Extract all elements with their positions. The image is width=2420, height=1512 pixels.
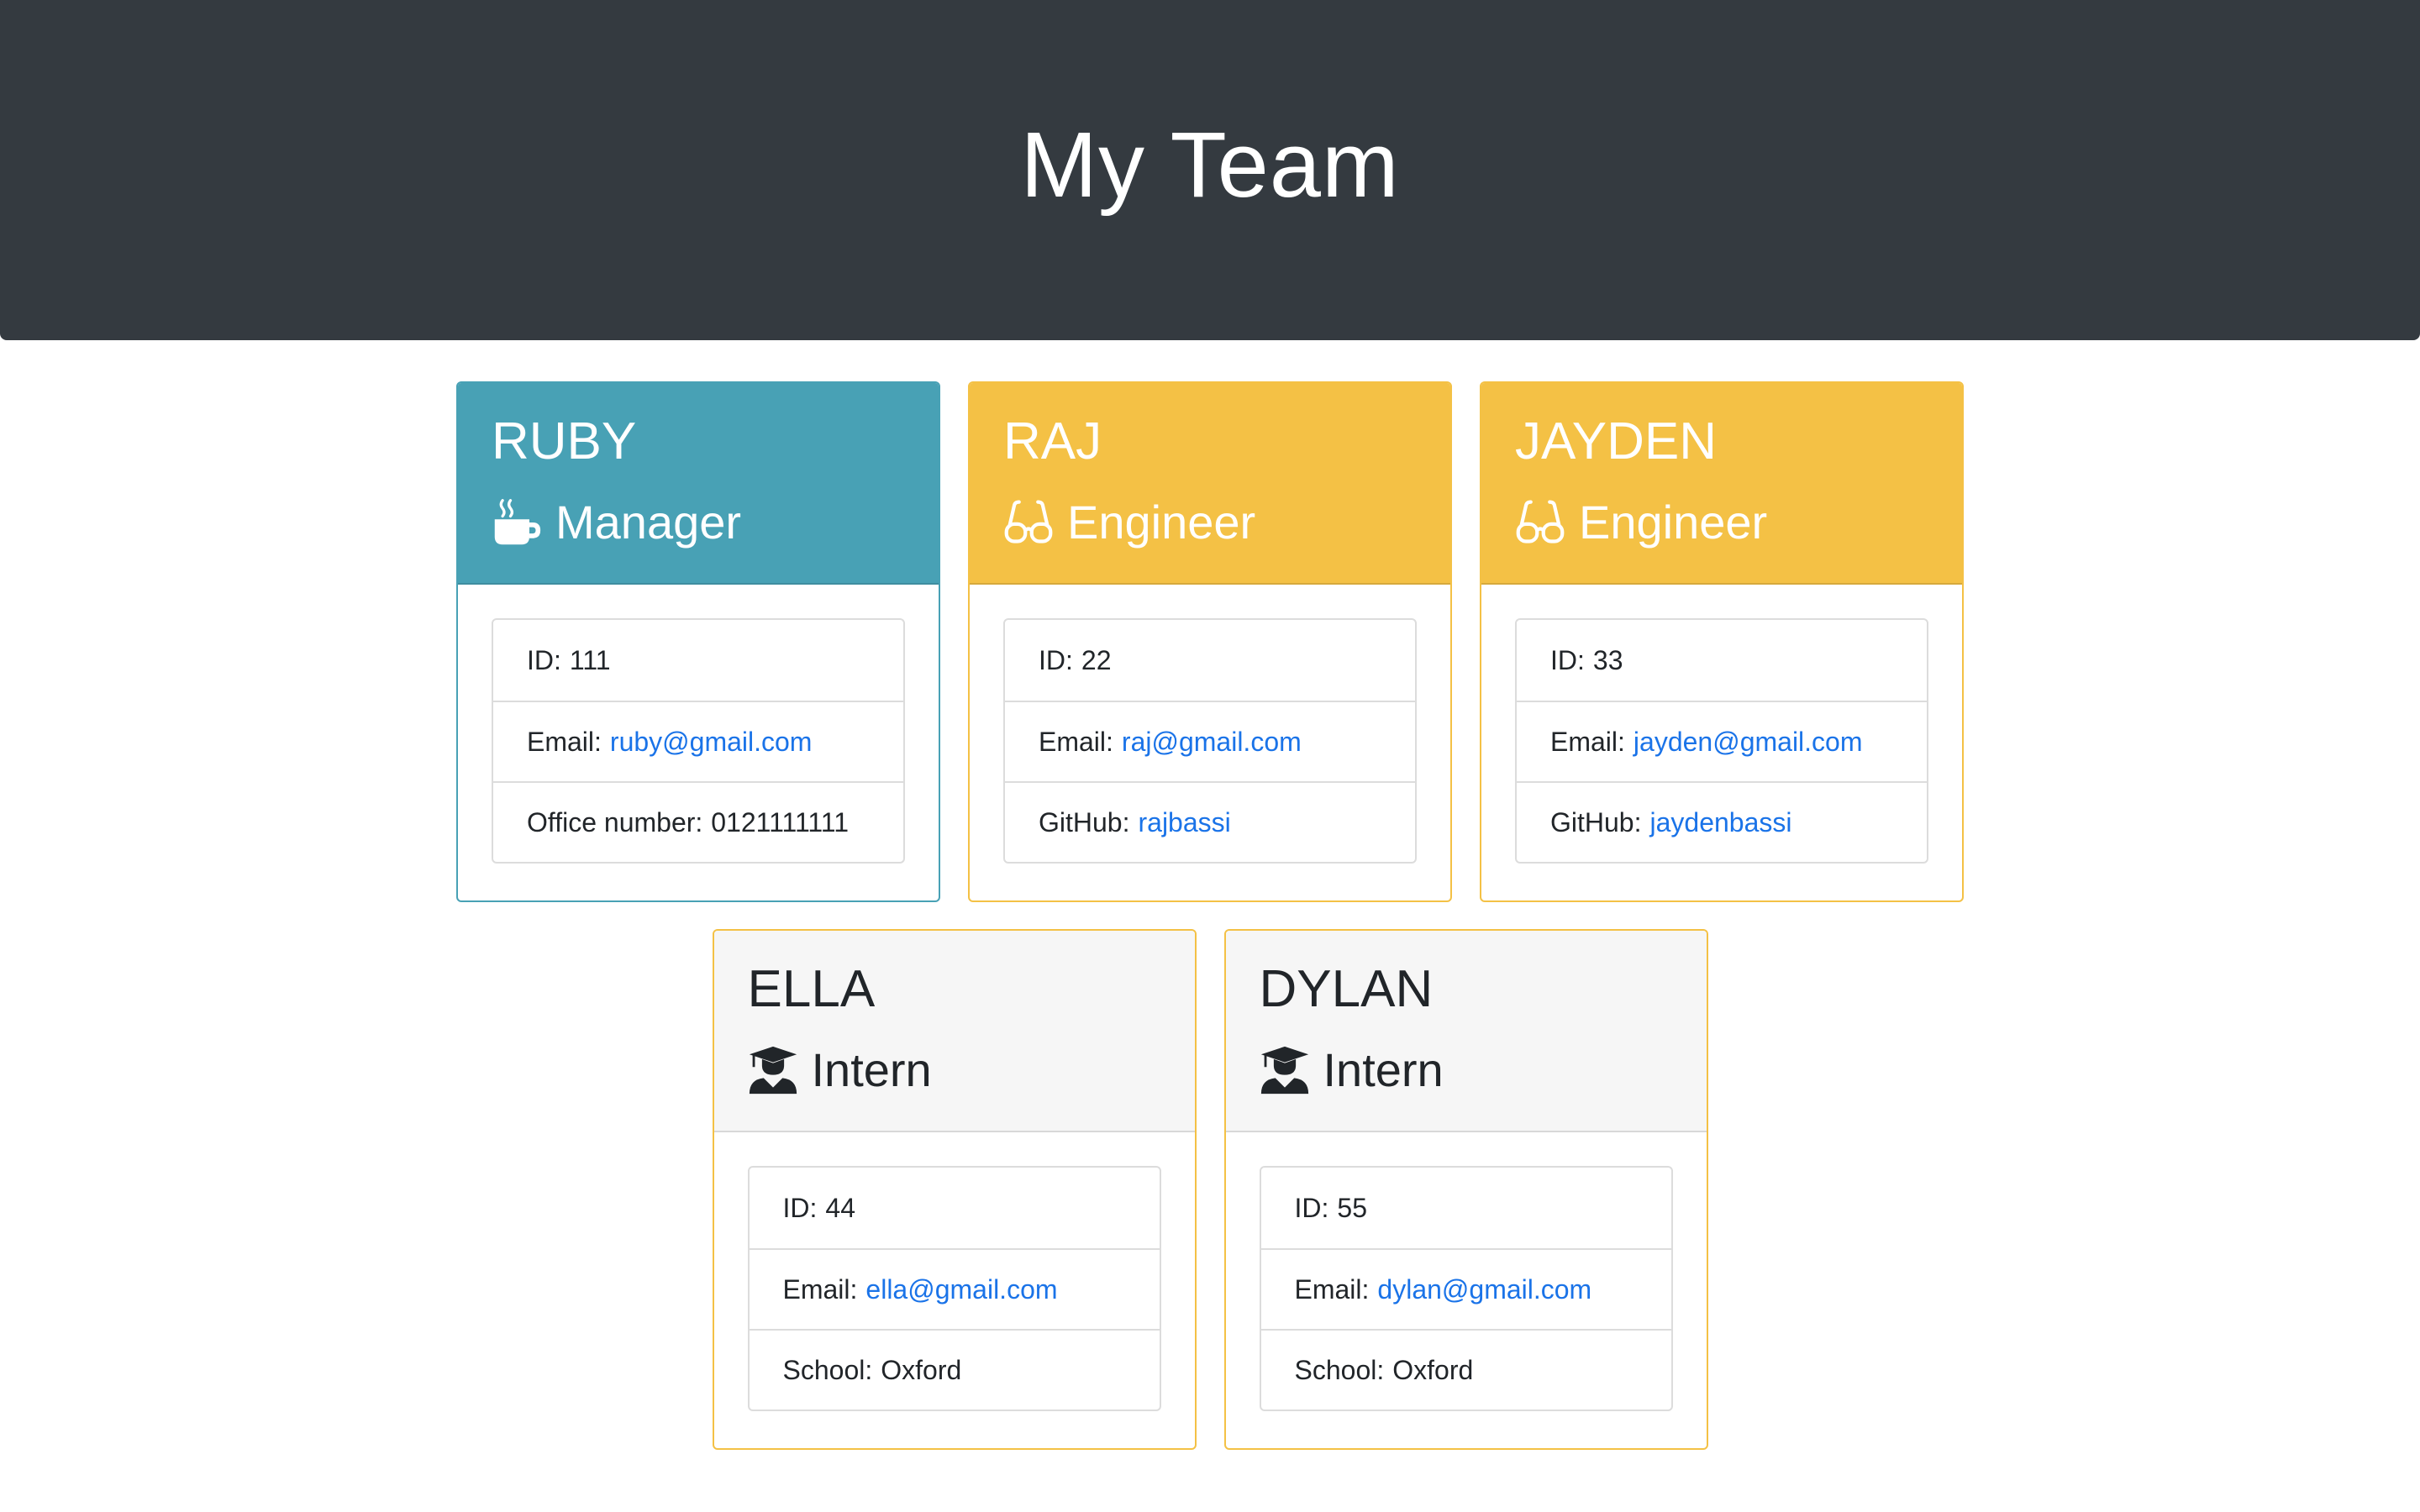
glasses-icon (1515, 497, 1565, 548)
office-number-row: Office number: 0121111111 (493, 781, 903, 862)
employee-name: ELLA (747, 960, 876, 1018)
employee-name: RUBY (492, 412, 637, 470)
email-row: Email: raj@gmail.com (1005, 701, 1415, 781)
school-label: School: (1294, 1354, 1385, 1385)
graduate-icon (748, 1045, 798, 1095)
glasses-icon (1003, 497, 1054, 548)
page-header: My Team (0, 0, 2420, 340)
id-label: ID: (1294, 1192, 1329, 1223)
school-label: School: (782, 1354, 873, 1385)
email-row: Email: ruby@gmail.com (493, 701, 903, 781)
role-label: Engineer (1579, 496, 1768, 549)
school-row: School: Oxford (1260, 1329, 1671, 1410)
school-value: Oxford (881, 1354, 962, 1385)
details-list: ID: 44 Email: ella@gmail.com School: Oxf… (747, 1166, 1161, 1411)
coffee-mug-icon (492, 497, 542, 548)
id-row: ID: 33 (1517, 620, 1927, 701)
employee-card-engineer: RAJ Engineer ID: 22 Email: raj@gmail.com… (968, 381, 1452, 902)
card-header: RUBY Manager (458, 383, 939, 585)
employee-role: Intern (748, 1037, 1161, 1104)
email-row: Email: dylan@gmail.com (1260, 1248, 1671, 1329)
details-list: ID: 22 Email: raj@gmail.com GitHub: rajb… (1003, 618, 1417, 864)
card-body: ID: 55 Email: dylan@gmail.com School: Ox… (1226, 1132, 1707, 1411)
id-value: 33 (1592, 644, 1623, 675)
github-link[interactable]: rajbassi (1138, 807, 1230, 838)
page-title: My Team (1020, 113, 1400, 217)
id-label: ID: (782, 1192, 818, 1223)
id-value: 44 (825, 1192, 855, 1223)
id-label: ID: (1550, 644, 1585, 675)
id-row: ID: 55 (1261, 1168, 1671, 1248)
card-header: ELLA Intern (713, 931, 1195, 1132)
email-label: Email: (1550, 726, 1625, 757)
card-header: DYLAN Intern (1225, 931, 1707, 1132)
role-label: Manager (555, 496, 742, 549)
employee-card-engineer: JAYDEN Engineer ID: 33 Email: jayden@gma… (1480, 381, 1964, 902)
card-body: ID: 111 Email: ruby@gmail.com Office num… (458, 585, 939, 864)
github-label: GitHub: (1550, 806, 1642, 837)
office-number-label: Office number: (527, 806, 703, 837)
card-body: ID: 33 Email: jayden@gmail.com GitHub: j… (1481, 585, 1962, 864)
id-value: 22 (1081, 644, 1112, 675)
email-link[interactable]: ruby@gmail.com (610, 727, 813, 758)
email-link[interactable]: jayden@gmail.com (1634, 727, 1863, 758)
email-link[interactable]: ella@gmail.com (865, 1274, 1057, 1305)
role-label: Intern (1323, 1043, 1444, 1096)
email-label: Email: (782, 1273, 858, 1305)
employee-role: Engineer (1003, 489, 1417, 556)
employee-name: JAYDEN (1515, 412, 1718, 470)
id-row: ID: 22 (1005, 620, 1415, 701)
id-row: ID: 44 (750, 1168, 1160, 1248)
card-row: ELLA Intern ID: 44 Email: ella@gmail.com… (0, 929, 2420, 1450)
email-label: Email: (527, 726, 602, 757)
github-row: GitHub: jaydenbassi (1517, 781, 1927, 862)
id-label: ID: (527, 644, 561, 675)
email-row: Email: jayden@gmail.com (1517, 701, 1927, 781)
graduate-icon (1260, 1045, 1310, 1095)
email-link[interactable]: raj@gmail.com (1122, 727, 1302, 758)
employee-card-intern: DYLAN Intern ID: 55 Email: dylan@gmail.c… (1223, 929, 1708, 1450)
email-link[interactable]: dylan@gmail.com (1377, 1274, 1591, 1305)
email-label: Email: (1039, 726, 1113, 757)
employee-role: Manager (492, 489, 905, 556)
school-value: Oxford (1392, 1354, 1474, 1385)
card-header: RAJ Engineer (970, 383, 1450, 585)
role-label: Engineer (1067, 496, 1256, 549)
details-list: ID: 55 Email: dylan@gmail.com School: Ox… (1259, 1166, 1673, 1411)
employee-role: Intern (1260, 1037, 1673, 1104)
email-label: Email: (1294, 1273, 1370, 1305)
card-body: ID: 44 Email: ella@gmail.com School: Oxf… (714, 1132, 1195, 1411)
github-row: GitHub: rajbassi (1005, 781, 1415, 862)
employee-card-intern: ELLA Intern ID: 44 Email: ella@gmail.com… (712, 929, 1197, 1450)
details-list: ID: 33 Email: jayden@gmail.com GitHub: j… (1515, 618, 1928, 864)
role-label: Intern (811, 1043, 932, 1096)
school-row: School: Oxford (749, 1329, 1160, 1410)
card-header: JAYDEN Engineer (1481, 383, 1962, 585)
card-row: RUBY Manager ID: 111 Email: ruby@gmail.c… (0, 381, 2420, 902)
card-body: ID: 22 Email: raj@gmail.com GitHub: rajb… (970, 585, 1450, 864)
id-value: 55 (1337, 1192, 1367, 1223)
email-row: Email: ella@gmail.com (749, 1248, 1160, 1329)
employee-name: DYLAN (1259, 960, 1434, 1018)
id-row: ID: 111 (493, 620, 903, 701)
details-list: ID: 111 Email: ruby@gmail.com Office num… (492, 618, 905, 864)
github-label: GitHub: (1039, 806, 1130, 837)
id-label: ID: (1039, 644, 1073, 675)
employee-card-manager: RUBY Manager ID: 111 Email: ruby@gmail.c… (456, 381, 940, 902)
employee-name: RAJ (1003, 412, 1102, 470)
office-number-value: 0121111111 (711, 806, 849, 837)
employee-role: Engineer (1515, 489, 1928, 556)
id-value: 111 (569, 644, 611, 675)
github-link[interactable]: jaydenbassi (1649, 807, 1791, 838)
